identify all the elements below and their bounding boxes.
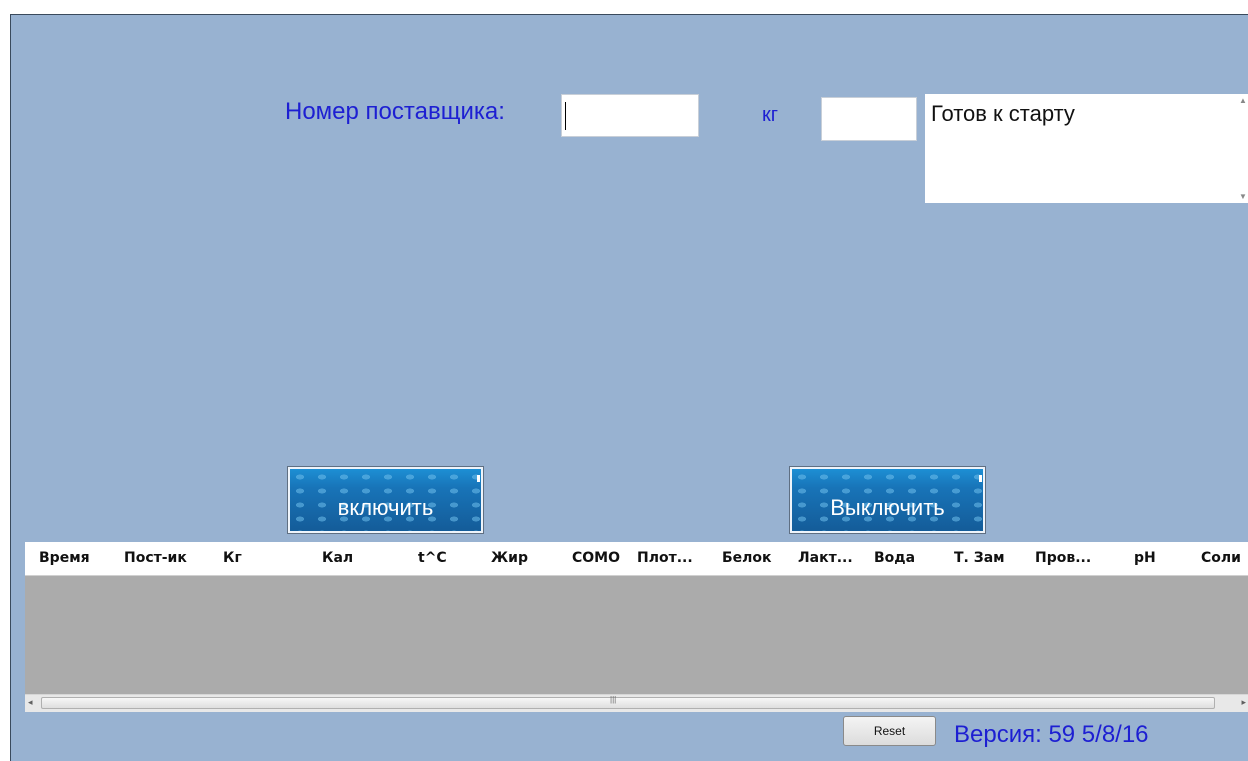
main-window: Номер поставщика: кг Готов к старту ▲ ▼ … bbox=[10, 14, 1248, 761]
column-header[interactable]: Вода bbox=[874, 542, 915, 575]
column-header[interactable]: pH bbox=[1134, 542, 1156, 575]
column-header[interactable]: t^C bbox=[418, 542, 447, 575]
supplier-number-label: Номер поставщика: bbox=[285, 98, 505, 125]
scroll-left-icon[interactable]: ◂ bbox=[28, 697, 33, 708]
scrollbar-grip-icon: ||| bbox=[610, 695, 617, 704]
reset-button[interactable]: Reset bbox=[843, 716, 936, 746]
table-horizontal-scrollbar[interactable]: ◂ ||| ▸ bbox=[25, 694, 1248, 712]
column-header[interactable]: Пров... bbox=[1035, 542, 1091, 575]
supplier-number-input[interactable] bbox=[561, 94, 699, 137]
kg-label: кг bbox=[762, 104, 779, 126]
results-table[interactable]: Время Пост-ик Кг Кал t^C Жир СОМО Плот..… bbox=[25, 542, 1248, 712]
column-header[interactable]: Т. Зам bbox=[954, 542, 1005, 575]
column-header[interactable]: Кал bbox=[322, 542, 353, 575]
column-header[interactable]: Жир bbox=[491, 542, 528, 575]
scrollbar-thumb[interactable] bbox=[41, 697, 1215, 709]
start-button[interactable]: включить bbox=[287, 466, 484, 534]
scroll-right-icon[interactable]: ▸ bbox=[1241, 697, 1246, 708]
scroll-up-icon[interactable]: ▲ bbox=[1239, 96, 1247, 105]
text-caret bbox=[565, 102, 566, 130]
column-header[interactable]: Лакт... bbox=[798, 542, 853, 575]
column-header[interactable]: Пост-ик bbox=[124, 542, 187, 575]
stop-button[interactable]: Выключить bbox=[789, 466, 986, 534]
column-header[interactable]: Кг bbox=[223, 542, 242, 575]
kg-input[interactable] bbox=[821, 97, 917, 141]
status-textbox[interactable]: Готов к старту ▲ ▼ bbox=[925, 94, 1248, 203]
table-header: Время Пост-ик Кг Кал t^C Жир СОМО Плот..… bbox=[25, 542, 1248, 576]
column-header[interactable]: Плот... bbox=[637, 542, 693, 575]
version-label: Версия: 59 5/8/16 bbox=[954, 721, 1149, 748]
scroll-down-icon[interactable]: ▼ bbox=[1239, 192, 1247, 201]
column-header[interactable]: Время bbox=[39, 542, 90, 575]
column-header[interactable]: Соли bbox=[1201, 542, 1241, 575]
status-scrollbar[interactable]: ▲ ▼ bbox=[1237, 94, 1248, 203]
status-text: Готов к старту bbox=[931, 101, 1075, 126]
column-header[interactable]: СОМО bbox=[572, 542, 620, 575]
column-header[interactable]: Белок bbox=[722, 542, 772, 575]
